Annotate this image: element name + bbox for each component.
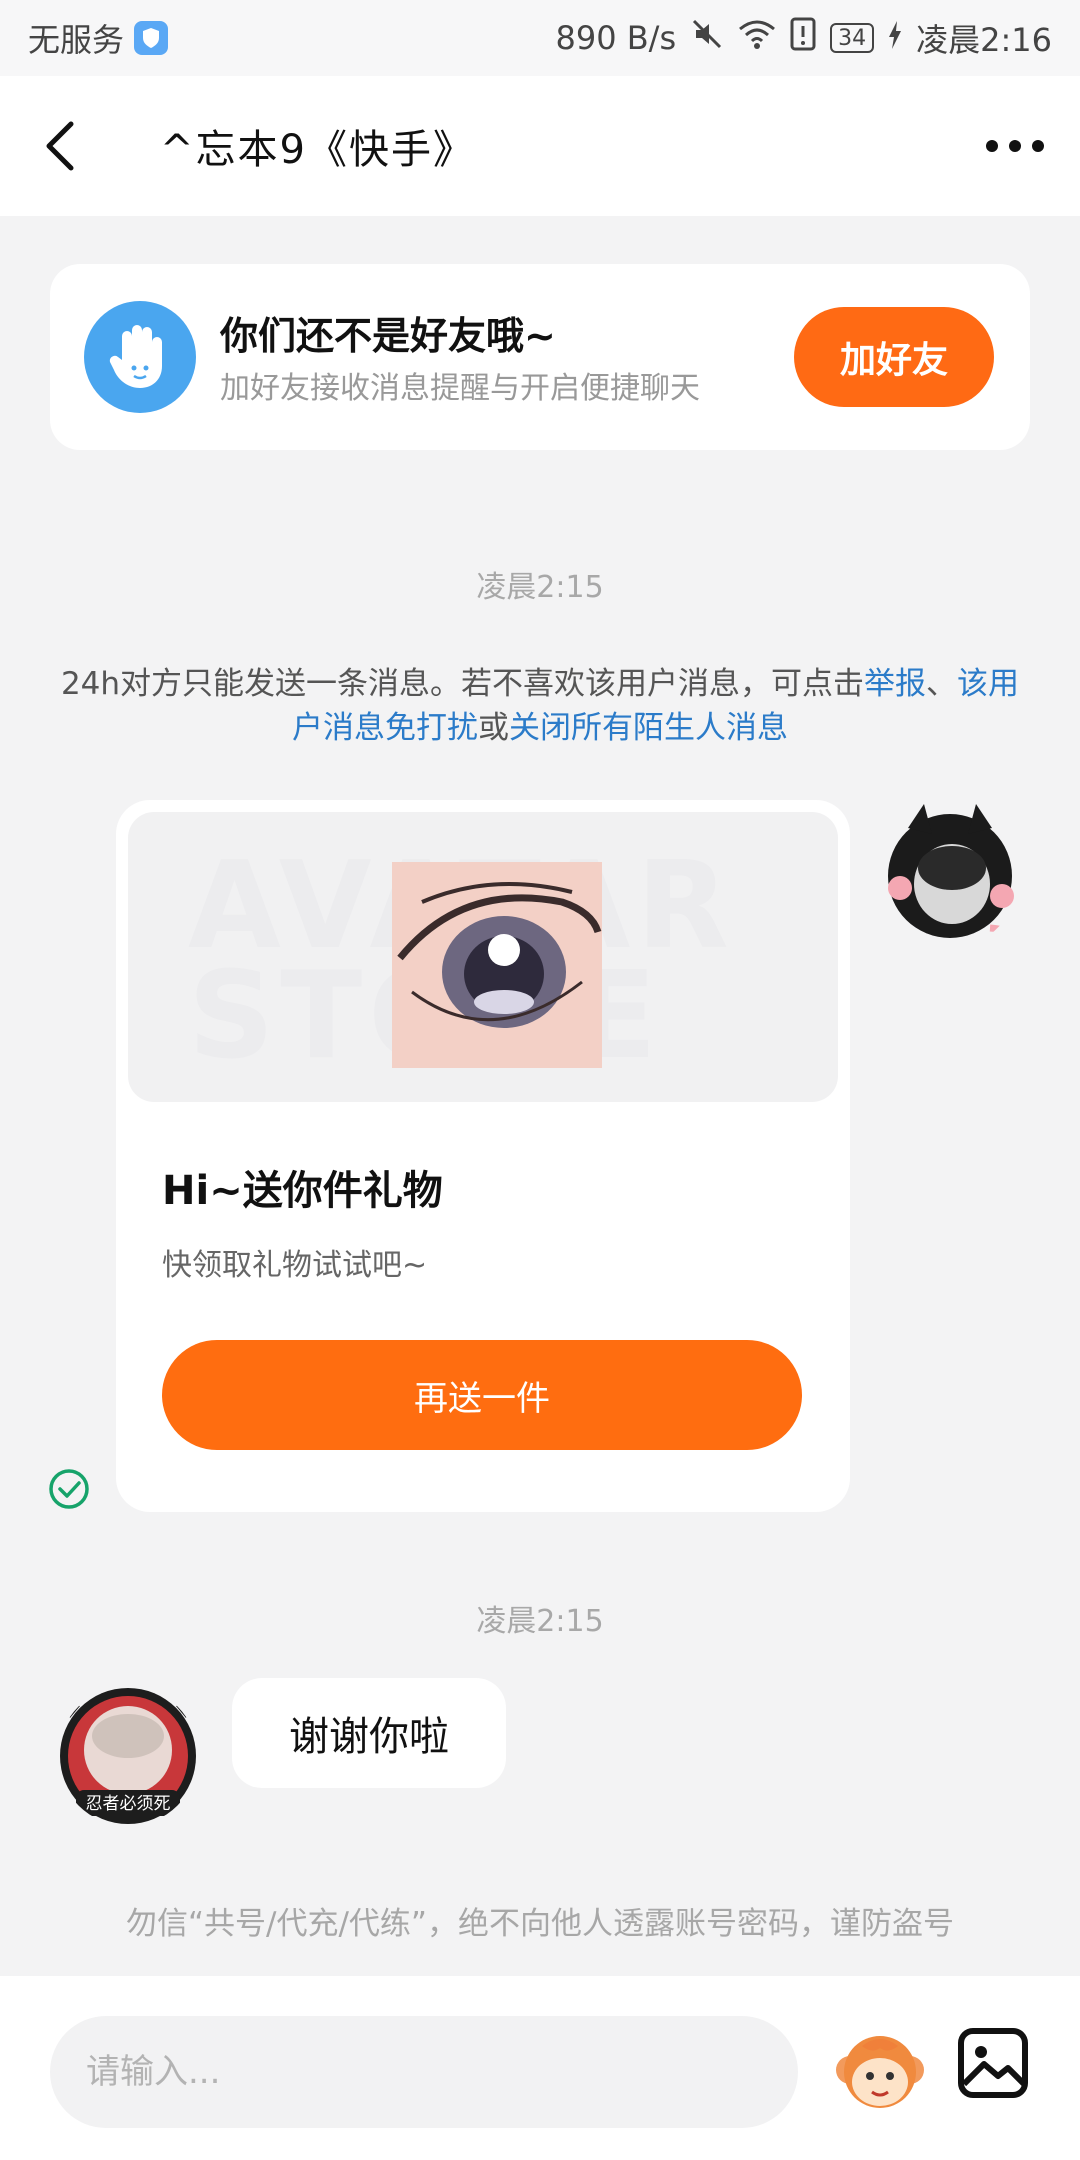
gift-subtitle: 快领取礼物试试吧~: [162, 1248, 428, 1283]
gift-message-card[interactable]: AVATAR STORE Hi~送你件礼物 快领取礼物试试吧~ 再送一件: [116, 800, 850, 1512]
battery-indicator: 34: [830, 23, 875, 53]
shield-icon: [134, 21, 169, 55]
message-bubble[interactable]: 谢谢你啦: [232, 1678, 506, 1788]
status-bar: 无服务 890 B/s 34 凌晨2:16: [0, 0, 1080, 76]
network-speed: 890 B/s: [555, 19, 677, 57]
charging-icon: [888, 19, 902, 57]
nav-bar: ^忘本9《快手》: [0, 76, 1080, 216]
avatar[interactable]: [880, 798, 1020, 948]
stranger-notice: 24h对方只能发送一条消息。若不喜欢该用户消息，可点击举报、该用户消息免打扰或关…: [50, 662, 1030, 750]
sim-alert-icon: [790, 17, 816, 59]
chat-timestamp: 凌晨2:15: [476, 1604, 604, 1639]
hand-wave-icon: [84, 301, 196, 413]
friend-prompt-subtitle: 加好友接收消息提醒与开启便捷聊天: [220, 370, 700, 406]
monkey-emoji-icon[interactable]: [832, 2024, 928, 2120]
notice-text: 24h对方只能发送一条消息。若不喜欢该用户消息，可点击: [60, 666, 865, 702]
more-options-button[interactable]: [950, 76, 1080, 216]
page-title: ^忘本9《快手》: [160, 127, 475, 173]
avatar-caption: 忍者必须死: [86, 1794, 171, 1814]
anti-fraud-warning: 勿信“共号/代充/代练”，绝不向他人透露账号密码，谨防盗号: [125, 1906, 954, 1942]
gift-image: AVATAR STORE: [128, 812, 838, 1102]
gift-title: Hi~送你件礼物: [162, 1168, 443, 1214]
image-picker-icon[interactable]: [956, 2026, 1030, 2100]
message-input[interactable]: [50, 2016, 798, 2128]
friend-prompt-title: 你们还不是好友哦~: [220, 313, 556, 358]
chat-timestamp: 凌晨2:15: [476, 570, 604, 605]
close-stranger-messages-link[interactable]: 关闭所有陌生人消息: [509, 710, 788, 746]
gift-eye-image: [392, 862, 602, 1068]
input-bar: [0, 1976, 1080, 2160]
notice-separator: 或: [478, 710, 509, 746]
back-button[interactable]: [0, 76, 120, 216]
friend-prompt-card: 你们还不是好友哦~ 加好友接收消息提醒与开启便捷聊天 加好友: [50, 264, 1030, 450]
send-another-gift-button[interactable]: 再送一件: [162, 1340, 802, 1450]
friend-prompt-text: 你们还不是好友哦~ 加好友接收消息提醒与开启便捷聊天: [220, 305, 780, 410]
carrier-text: 无服务: [28, 21, 125, 59]
notice-separator: 、: [926, 666, 958, 702]
status-left: 无服务: [28, 15, 169, 61]
wifi-icon: [738, 19, 776, 57]
status-right: 890 B/s 34 凌晨2:16: [555, 15, 1052, 61]
more-dots-icon: [986, 140, 1044, 152]
sent-check-icon: [49, 1469, 89, 1509]
add-friend-button[interactable]: 加好友: [794, 307, 994, 407]
mute-icon: [690, 17, 724, 59]
report-link[interactable]: 举报: [864, 666, 926, 702]
chevron-left-icon: [46, 121, 74, 171]
avatar[interactable]: 忍者必须死: [58, 1686, 198, 1826]
clock-time: 凌晨2:16: [916, 21, 1052, 59]
